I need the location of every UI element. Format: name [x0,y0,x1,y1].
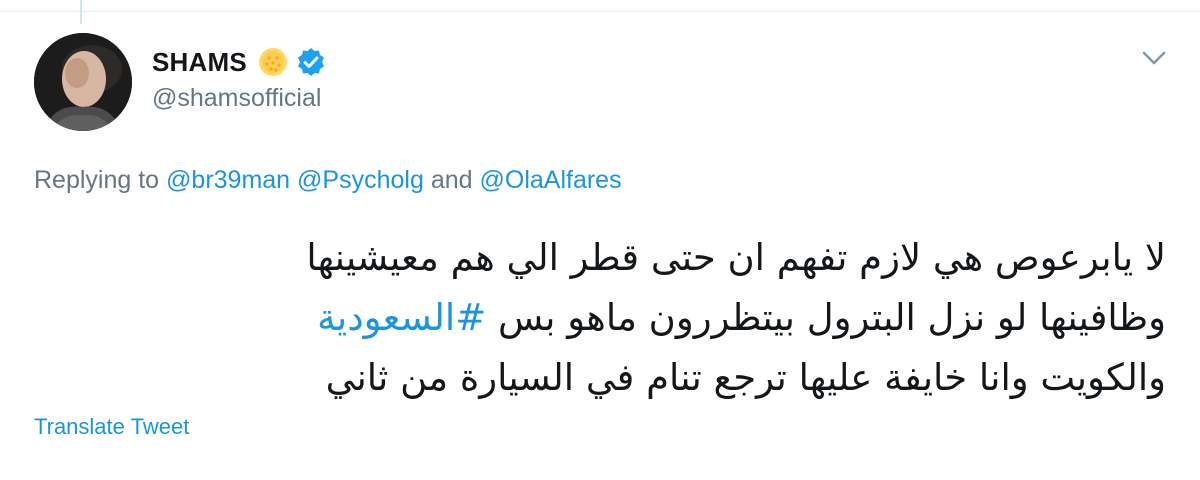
chevron-down-icon[interactable] [1138,44,1170,72]
top-divider [0,11,1200,12]
thread-connector [80,0,82,24]
mention-link[interactable]: @OlaAlfares [480,166,622,194]
mention-link[interactable]: @br39man [166,166,290,194]
tweet-line: والكويت وانا خايفة عليها ترجع تنام في ال… [325,356,1166,399]
name-row: SHAMS [152,44,327,80]
tweet-line: لا يابرعوص هي لازم تفهم ان حتى قطر الي ه… [306,236,1166,279]
hashtag-link[interactable]: #السعودية [317,296,486,339]
replying-to: Replying to @br39man @Psycholg and @OlaA… [34,166,622,195]
user-handle[interactable]: @shamsofficial [152,84,321,113]
tweet-text: لا يابرعوص هي لازم تفهم ان حتى قطر الي ه… [46,228,1166,408]
tweet-line: وظافينها لو نزل البترول بيتظررون ماهو بس… [46,288,1166,348]
tweet-line-text: وظافينها لو نزل البترول بيتظررون ماهو بس [486,296,1166,339]
translate-tweet-link[interactable]: Translate Tweet [34,414,189,440]
avatar[interactable] [34,33,132,131]
mention-link[interactable]: @Psycholg [297,166,424,194]
avatar-image [34,33,132,131]
display-name[interactable]: SHAMS [152,47,247,78]
replying-to-connector: and [430,166,473,194]
replying-to-label: Replying to [34,166,160,194]
sun-emoji-icon [257,46,289,78]
verified-icon [295,46,327,78]
